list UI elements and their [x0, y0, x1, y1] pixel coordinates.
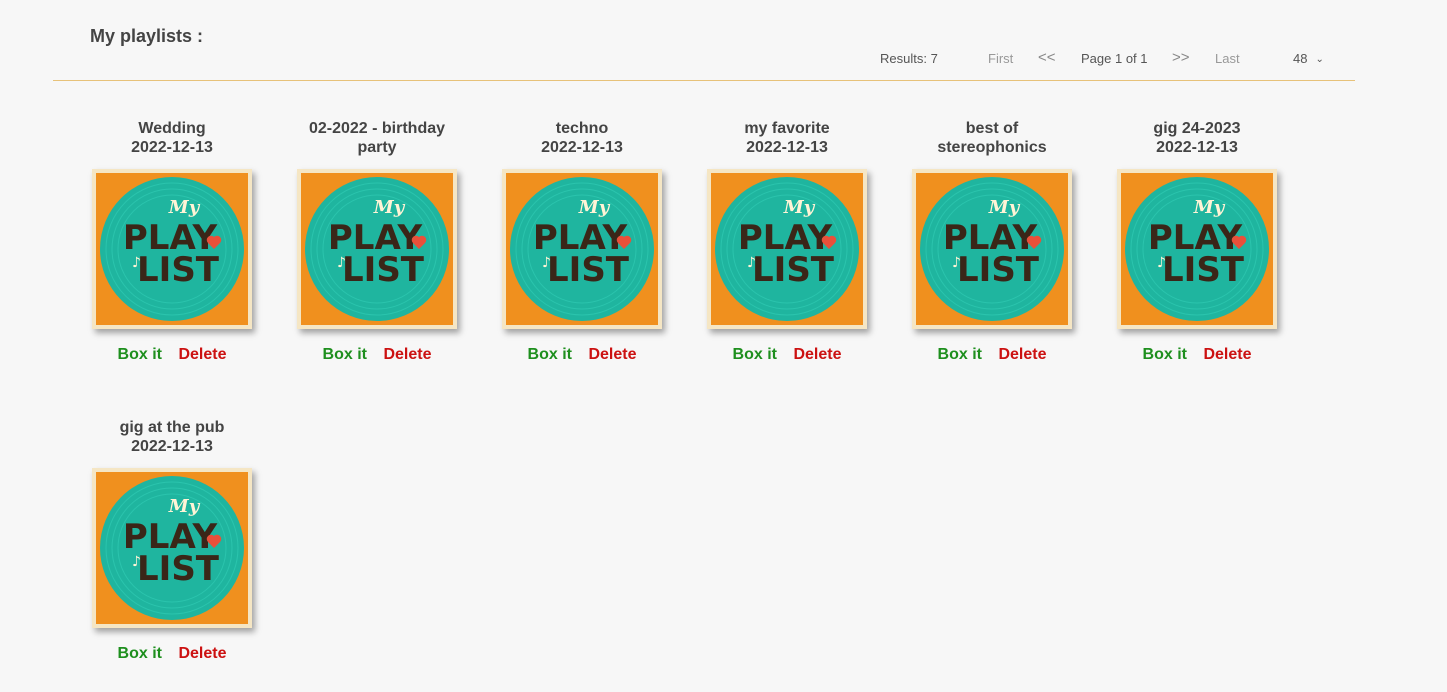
playlist-actions: Box it Delete — [82, 645, 262, 663]
playlist-card: Wedding 2022-12-13 My PLAY LIST ♪ Box it… — [82, 119, 262, 364]
playlist-cover-image[interactable]: My PLAY LIST ♪ — [912, 169, 1072, 329]
delete-button[interactable]: Delete — [178, 346, 226, 363]
box-it-button[interactable]: Box it — [1143, 346, 1187, 363]
box-it-button[interactable]: Box it — [733, 346, 777, 363]
my-playlist-cover-art: My PLAY LIST ♪ — [912, 169, 1072, 329]
playlist-title-line2: 2022-12-13 — [746, 139, 828, 156]
pagination-bar: Results: 7 First << Page 1 of 1 >> Last … — [0, 49, 1447, 69]
box-it-button[interactable]: Box it — [118, 346, 162, 363]
playlist-card: gig at the pub 2022-12-13 My PLAY LIST ♪… — [82, 418, 262, 663]
delete-button[interactable]: Delete — [178, 645, 226, 662]
per-page-select[interactable]: 48 ⌄ — [1293, 51, 1324, 66]
box-it-button[interactable]: Box it — [118, 645, 162, 662]
playlist-actions: Box it Delete — [697, 346, 877, 364]
playlist-actions: Box it Delete — [902, 346, 1082, 364]
svg-text:LIST: LIST — [1162, 250, 1245, 290]
page-title: My playlists : — [90, 26, 204, 46]
playlist-title: techno 2022-12-13 — [492, 119, 672, 159]
my-playlist-cover-art: My PLAY LIST ♪ — [297, 169, 457, 329]
svg-text:♪: ♪ — [1157, 255, 1166, 271]
box-it-button[interactable]: Box it — [938, 346, 982, 363]
playlist-title-line2: 2022-12-13 — [541, 139, 623, 156]
playlist-title-line1: my favorite — [744, 120, 830, 137]
delete-button[interactable]: Delete — [793, 346, 841, 363]
my-playlist-cover-art: My PLAY LIST ♪ — [1117, 169, 1277, 329]
svg-text:♪: ♪ — [747, 255, 756, 271]
playlist-card: gig 24-2023 2022-12-13 My PLAY LIST ♪ Bo… — [1107, 119, 1287, 364]
playlist-cover-image[interactable]: My PLAY LIST ♪ — [92, 468, 252, 628]
box-it-button[interactable]: Box it — [528, 346, 572, 363]
svg-text:My: My — [168, 197, 201, 218]
delete-button[interactable]: Delete — [998, 346, 1046, 363]
delete-button[interactable]: Delete — [1203, 346, 1251, 363]
delete-button[interactable]: Delete — [383, 346, 431, 363]
previous-page-link[interactable]: << — [1038, 49, 1056, 66]
playlist-cover-image[interactable]: My PLAY LIST ♪ — [92, 169, 252, 329]
playlist-title-line2: 2022-12-13 — [131, 139, 213, 156]
svg-text:♪: ♪ — [337, 255, 346, 271]
svg-text:LIST: LIST — [137, 549, 220, 589]
playlist-grid: Wedding 2022-12-13 My PLAY LIST ♪ Box it… — [82, 119, 1342, 663]
playlist-title-line1: Wedding — [138, 120, 206, 137]
svg-text:LIST: LIST — [752, 250, 835, 290]
playlist-title: gig at the pub 2022-12-13 — [82, 418, 262, 458]
box-it-button[interactable]: Box it — [323, 346, 367, 363]
playlist-cover-image[interactable]: My PLAY LIST ♪ — [502, 169, 662, 329]
playlist-title-line2: party — [357, 139, 397, 156]
svg-text:LIST: LIST — [137, 250, 220, 290]
chevron-down-icon: ⌄ — [1315, 54, 1324, 65]
playlist-title-line1: gig at the pub — [119, 419, 225, 436]
svg-text:My: My — [168, 496, 201, 517]
playlist-title-line1: techno — [555, 120, 609, 137]
playlist-title: best of stereophonics — [902, 119, 1082, 159]
playlist-cover-image[interactable]: My PLAY LIST ♪ — [297, 169, 457, 329]
svg-text:♪: ♪ — [132, 554, 141, 570]
playlist-actions: Box it Delete — [287, 346, 467, 364]
playlist-card: techno 2022-12-13 My PLAY LIST ♪ Box it … — [492, 119, 672, 364]
playlist-card: best of stereophonics My PLAY LIST ♪ Box… — [902, 119, 1082, 364]
playlist-title-line1: best of — [965, 120, 1019, 137]
header-divider — [53, 80, 1355, 81]
playlist-title-line2: 2022-12-13 — [1156, 139, 1238, 156]
svg-text:♪: ♪ — [542, 255, 551, 271]
my-playlist-cover-art: My PLAY LIST ♪ — [502, 169, 662, 329]
playlist-title: 02-2022 - birthday party — [287, 119, 467, 159]
playlist-actions: Box it Delete — [82, 346, 262, 364]
svg-text:LIST: LIST — [547, 250, 630, 290]
svg-text:♪: ♪ — [132, 255, 141, 271]
playlist-title-line1: 02-2022 - birthday — [308, 120, 446, 137]
first-page-link[interactable]: First — [988, 51, 1013, 66]
next-page-link[interactable]: >> — [1172, 49, 1190, 66]
playlist-title: gig 24-2023 2022-12-13 — [1107, 119, 1287, 159]
svg-text:My: My — [578, 197, 611, 218]
my-playlist-cover-art: My PLAY LIST ♪ — [92, 169, 252, 329]
svg-text:My: My — [1193, 197, 1226, 218]
playlists-page: My playlists : Results: 7 First << Page … — [0, 0, 1447, 692]
svg-text:LIST: LIST — [342, 250, 425, 290]
playlist-title-line1: gig 24-2023 — [1153, 120, 1241, 137]
playlist-actions: Box it Delete — [1107, 346, 1287, 364]
my-playlist-cover-art: My PLAY LIST ♪ — [707, 169, 867, 329]
playlist-actions: Box it Delete — [492, 346, 672, 364]
svg-text:My: My — [783, 197, 816, 218]
playlist-cover-image[interactable]: My PLAY LIST ♪ — [1117, 169, 1277, 329]
svg-text:♪: ♪ — [952, 255, 961, 271]
svg-text:My: My — [988, 197, 1021, 218]
per-page-value: 48 — [1293, 51, 1308, 66]
last-page-link[interactable]: Last — [1215, 51, 1240, 66]
my-playlist-cover-art: My PLAY LIST ♪ — [92, 468, 252, 628]
playlist-title-line2: 2022-12-13 — [131, 438, 213, 455]
playlist-cover-image[interactable]: My PLAY LIST ♪ — [707, 169, 867, 329]
playlist-card: my favorite 2022-12-13 My PLAY LIST ♪ Bo… — [697, 119, 877, 364]
page-indicator: Page 1 of 1 — [1081, 51, 1148, 66]
playlist-title: Wedding 2022-12-13 — [82, 119, 262, 159]
playlist-card: 02-2022 - birthday party My PLAY LIST ♪ … — [287, 119, 467, 364]
svg-text:LIST: LIST — [957, 250, 1040, 290]
results-count: Results: 7 — [880, 51, 938, 66]
playlist-title: my favorite 2022-12-13 — [697, 119, 877, 159]
playlist-title-line2: stereophonics — [937, 139, 1047, 156]
svg-text:My: My — [373, 197, 406, 218]
delete-button[interactable]: Delete — [588, 346, 636, 363]
